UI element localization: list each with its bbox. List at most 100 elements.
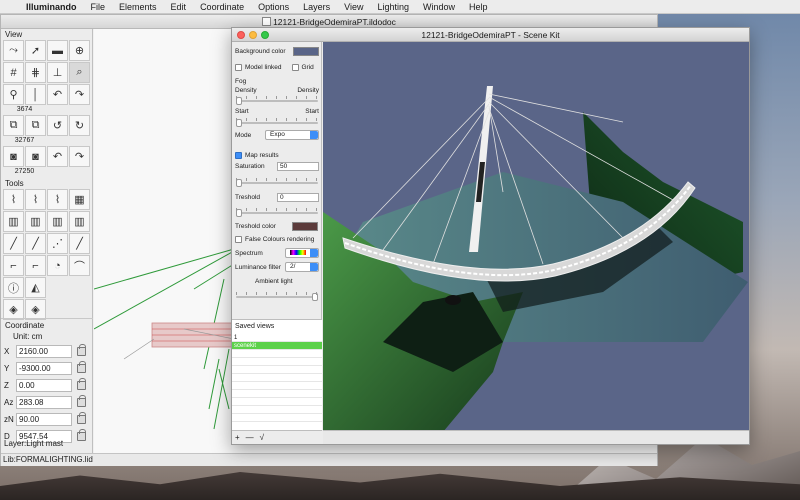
light-mast-icon[interactable]: ⓘ: [3, 277, 24, 298]
rotate-y-ccw-icon[interactable]: ↻: [69, 115, 90, 136]
arc-icon[interactable]: ◔: [47, 255, 68, 276]
coord-y-field[interactable]: -9300.00: [16, 362, 72, 375]
menu-view[interactable]: View: [344, 2, 363, 12]
axis-icon[interactable]: ⊥: [47, 62, 68, 83]
chevron-down-icon: [310, 249, 318, 257]
saturation-slider[interactable]: [236, 179, 318, 187]
menu-help[interactable]: Help: [469, 2, 488, 12]
fog-row: Fog: [235, 78, 246, 85]
start-ticks: [236, 118, 318, 121]
vertical-line-icon[interactable]: │: [25, 84, 46, 105]
camera-icon[interactable]: ◙: [3, 146, 24, 167]
coord-zn-field[interactable]: 90.00: [16, 413, 72, 426]
curve-icon[interactable]: ⌒: [69, 255, 90, 276]
map-results-checkbox[interactable]: [235, 152, 242, 159]
menu-layers[interactable]: Layers: [303, 2, 330, 12]
projector-2-icon[interactable]: ◈: [25, 299, 46, 320]
false-colours-checkbox[interactable]: [235, 236, 242, 243]
background-color-swatch[interactable]: [292, 47, 319, 56]
treshold-field[interactable]: 0: [277, 193, 319, 202]
coord-label: Y: [4, 364, 10, 373]
saturation-field[interactable]: 50: [277, 162, 319, 171]
rotate-y-icon[interactable]: ↷: [69, 84, 90, 105]
lock-icon[interactable]: [77, 344, 86, 356]
lock-icon[interactable]: [77, 412, 86, 424]
fixture-flat-icon[interactable]: ⌇: [25, 189, 46, 210]
menu-window[interactable]: Window: [423, 2, 455, 12]
camera-2-icon[interactable]: ◙: [25, 146, 46, 167]
zoom-icon[interactable]: ⚲: [3, 84, 24, 105]
ambient-light-ticks: [236, 292, 318, 295]
pan-path-icon[interactable]: ⤳: [3, 40, 24, 61]
lock-icon[interactable]: [77, 395, 86, 407]
panel-split-icon[interactable]: ▥: [25, 211, 46, 232]
grid-snap-icon[interactable]: ⋕: [25, 62, 46, 83]
coord-z-field[interactable]: 0.00: [16, 379, 72, 392]
fixture-wave-icon[interactable]: ⌇: [3, 189, 24, 210]
rotate-z-icon[interactable]: ↶: [47, 146, 68, 167]
density-slider[interactable]: [236, 97, 318, 105]
chevron-down-icon: [310, 263, 318, 271]
grid-icon[interactable]: #: [3, 62, 24, 83]
menu-file[interactable]: File: [91, 2, 106, 12]
grid-checkbox[interactable]: [291, 64, 299, 71]
remove-view-button[interactable]: —: [246, 433, 254, 442]
panel-icon[interactable]: ▥: [3, 211, 24, 232]
lock-icon[interactable]: [77, 361, 86, 373]
view-spacer: [47, 106, 90, 114]
menu-app-name[interactable]: Illuminando: [26, 2, 77, 12]
zoom-fit-icon[interactable]: ⌕: [69, 62, 90, 83]
slash-line-icon[interactable]: ╱: [25, 233, 46, 254]
model-linked-checkbox[interactable]: [235, 64, 242, 71]
mode-label: Mode: [235, 131, 252, 139]
vehicle-icon[interactable]: ▬: [47, 40, 68, 61]
layer-copy-icon[interactable]: ⧉: [3, 115, 24, 136]
thick-line-icon[interactable]: ╱: [69, 233, 90, 254]
select-arrow-icon[interactable]: ➚: [25, 40, 46, 61]
luminance-filter-label: Luminance filter: [235, 263, 281, 271]
saved-view-item[interactable]: scenekit: [232, 342, 322, 350]
menu-edit[interactable]: Edit: [171, 2, 187, 12]
coord-x-field[interactable]: 2160.00: [16, 345, 72, 358]
panel-dual-icon[interactable]: ▥: [69, 211, 90, 232]
treshold-slider[interactable]: [236, 209, 318, 217]
rotate-z-ccw-icon[interactable]: ↷: [69, 146, 90, 167]
projector-icon[interactable]: ◈: [3, 299, 24, 320]
layer-stack-icon[interactable]: ⧉: [25, 115, 46, 136]
ambient-light-slider[interactable]: [236, 293, 318, 301]
lock-icon[interactable]: [77, 378, 86, 390]
add-view-button[interactable]: +: [235, 433, 240, 442]
dotted-line-icon[interactable]: ⋰: [47, 233, 68, 254]
apply-view-button[interactable]: √: [260, 433, 264, 442]
zoom-icon[interactable]: [261, 31, 269, 39]
corner-icon[interactable]: ⌐: [25, 255, 46, 276]
line-icon[interactable]: ╱: [3, 233, 24, 254]
saved-view-item[interactable]: 1: [232, 334, 322, 342]
treshold-color-swatch[interactable]: [292, 222, 318, 231]
coordinate-title: Coordinate: [1, 318, 93, 332]
lock-icon[interactable]: [77, 429, 86, 441]
menu-options[interactable]: Options: [258, 2, 289, 12]
menu-coordinate[interactable]: Coordinate: [200, 2, 244, 12]
polyline-icon[interactable]: ⌐: [3, 255, 24, 276]
fixture-grid-icon[interactable]: ▦: [69, 189, 90, 210]
treshold-label: Treshold: [235, 194, 261, 201]
coord-label: zN: [4, 415, 14, 424]
fixture-box-icon[interactable]: ⌇: [47, 189, 68, 210]
panel-frame-icon[interactable]: ▥: [47, 211, 68, 232]
menu-lighting[interactable]: Lighting: [378, 2, 410, 12]
rotate-x-icon[interactable]: ↶: [47, 84, 68, 105]
scene-viewport[interactable]: [323, 42, 749, 430]
scene-kit-title-bar[interactable]: 12121-BridgeOdemiraPT - Scene Kit: [232, 28, 749, 42]
start-slider[interactable]: [236, 119, 318, 127]
spectrum-select[interactable]: [285, 248, 319, 258]
coord-az-field[interactable]: 283.08: [16, 396, 72, 409]
rotate-x-ccw-icon[interactable]: ↺: [47, 115, 68, 136]
luminance-filter-select[interactable]: 2/: [285, 262, 319, 272]
mode-select[interactable]: Expo: [265, 130, 319, 140]
menu-elements[interactable]: Elements: [119, 2, 157, 12]
minimize-icon[interactable]: [249, 31, 257, 39]
spot-light-icon[interactable]: ◭: [25, 277, 46, 298]
close-icon[interactable]: [237, 31, 245, 39]
target-icon[interactable]: ⊕: [69, 40, 90, 61]
